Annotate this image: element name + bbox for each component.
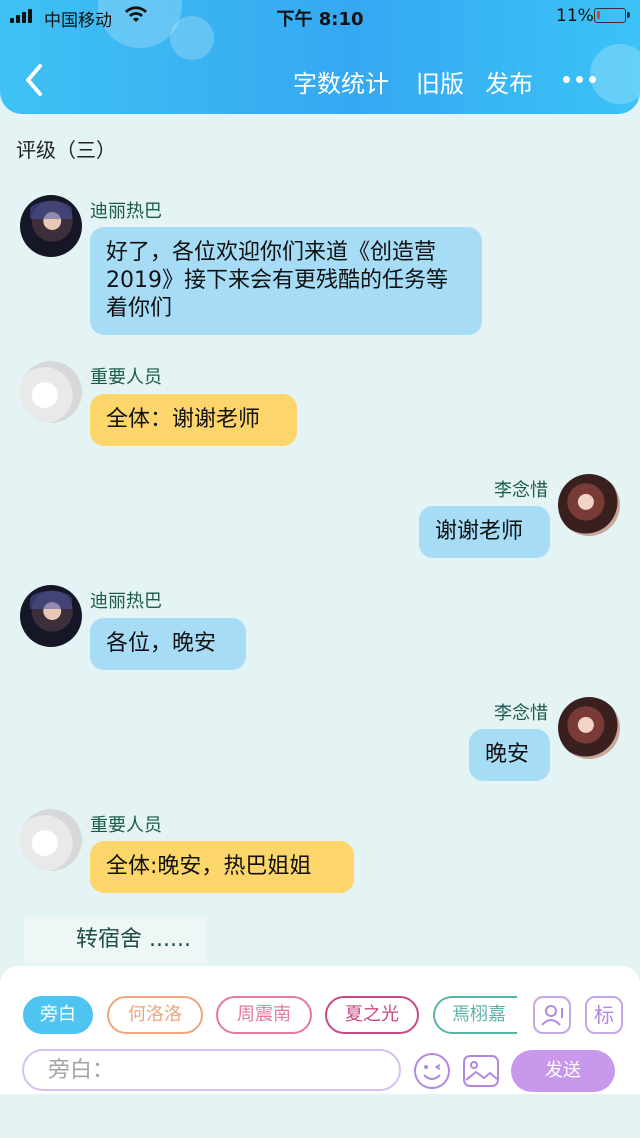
message-bubble[interactable]: 谢谢老师 [419, 506, 550, 558]
narration-text: 转宿舍 ...... [76, 927, 191, 952]
avatar[interactable] [20, 585, 82, 647]
back-button[interactable] [18, 60, 52, 100]
clock: 下午 8:10 [276, 9, 364, 30]
role-chip[interactable]: 周震南 [216, 996, 312, 1034]
message-bubble[interactable]: 各位，晚安 [90, 618, 246, 670]
section-title: 评级（三） [16, 138, 116, 162]
app-header: 中国移动 下午 8:10 11% 字数统计 旧版 发布 [0, 0, 640, 114]
battery-percent: 11% [556, 6, 594, 26]
narration-line[interactable]: 转宿舍 ...... [24, 917, 206, 963]
avatar[interactable] [558, 697, 620, 759]
role-manage-button[interactable] [533, 996, 571, 1034]
role-chip[interactable]: 何洛洛 [107, 996, 203, 1034]
sender-name: 迪丽热巴 [90, 201, 162, 222]
sender-name: 李念惜 [494, 480, 548, 501]
message-bubble[interactable]: 全体：谢谢老师 [90, 394, 297, 446]
publish-link[interactable]: 发布 [485, 64, 533, 99]
message-bubble[interactable]: 晚安 [469, 729, 550, 781]
avatar[interactable] [20, 195, 82, 257]
role-chip[interactable]: 夏之光 [325, 996, 419, 1034]
emoji-icon[interactable] [413, 1052, 451, 1090]
message-bubble[interactable]: 好了，各位欢迎你们来道《创造营2019》接下来会有更残酷的任务等着你们 [90, 227, 482, 335]
role-chip[interactable]: 焉栩嘉 [433, 996, 517, 1034]
person-card-icon [541, 1005, 563, 1026]
sender-name: 迪丽热巴 [90, 591, 162, 612]
image-icon[interactable] [462, 1052, 500, 1090]
tag-button[interactable]: 标 [585, 996, 623, 1034]
battery-icon [594, 8, 630, 23]
sender-name: 重要人员 [90, 815, 162, 836]
avatar[interactable] [558, 474, 620, 536]
sender-name: 重要人员 [90, 367, 162, 388]
avatar[interactable] [20, 809, 82, 871]
message-bubble[interactable]: 全体:晚安，热巴姐姐 [90, 841, 354, 893]
word-count-link[interactable]: 字数统计 [293, 64, 389, 99]
avatar[interactable] [20, 361, 82, 423]
role-chip-narrator[interactable]: 旁白 [23, 996, 93, 1034]
chevron-left-icon [26, 64, 42, 96]
status-bar: 中国移动 下午 8:10 11% [0, 0, 640, 32]
battery-level [597, 11, 600, 19]
send-button[interactable]: 发送 [511, 1050, 615, 1092]
message-input[interactable] [22, 1049, 401, 1091]
sender-name: 李念惜 [494, 703, 548, 724]
more-dots-icon[interactable] [560, 66, 600, 94]
old-version-link[interactable]: 旧版 [416, 64, 464, 99]
bottom-strip [0, 1094, 640, 1138]
